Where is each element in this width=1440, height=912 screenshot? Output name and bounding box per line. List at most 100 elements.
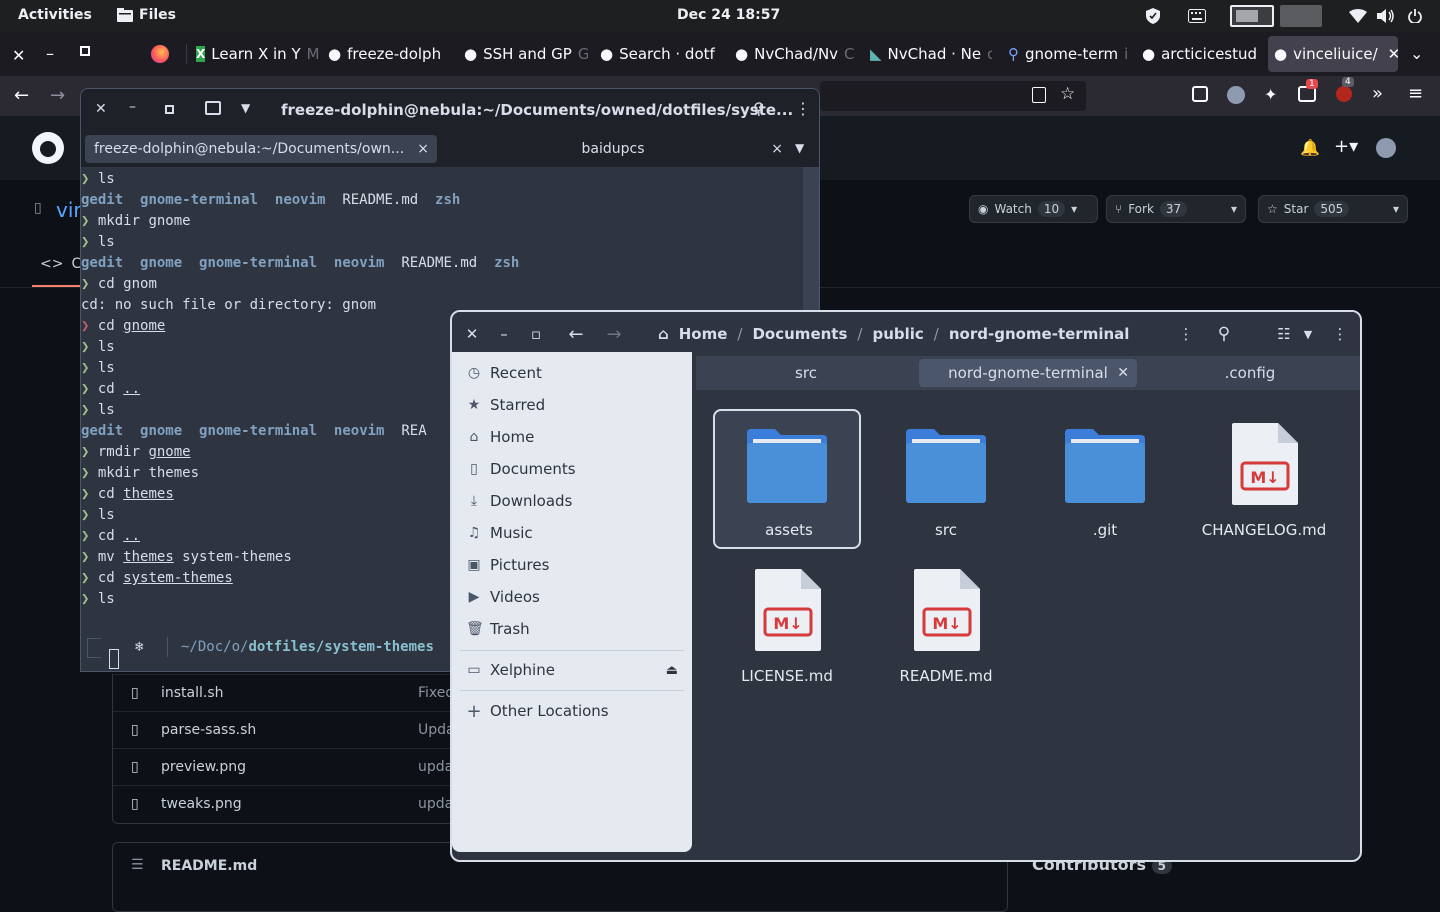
volume-icon[interactable] bbox=[1376, 6, 1396, 26]
tab-arcticicestudio[interactable]: ● arcticicestudi bbox=[1136, 32, 1264, 76]
tab-search-dotfiles[interactable]: ● Search · dotfi bbox=[594, 32, 720, 76]
app-menu[interactable]: Files bbox=[117, 7, 176, 23]
search-icon[interactable]: ⚲ bbox=[1212, 322, 1236, 346]
learn-x-favicon: X bbox=[196, 46, 206, 62]
sidebar-item-pictures[interactable]: ▣ Pictures bbox=[466, 549, 549, 581]
list-icon[interactable]: ☰ bbox=[131, 857, 144, 873]
sidebar-item-documents[interactable]: ▯ Documents bbox=[466, 453, 575, 485]
sidebar-item-recent[interactable]: ◷ Recent bbox=[466, 357, 542, 389]
extension-2-icon[interactable]: 1 bbox=[1298, 79, 1318, 102]
file-item-license[interactable]: M↓ LICENSE.md bbox=[713, 555, 861, 695]
sidebar-item-trash[interactable]: 🗑 Trash bbox=[466, 613, 530, 645]
home-icon: ⌂ bbox=[469, 429, 479, 445]
github-logo-icon[interactable] bbox=[32, 132, 64, 164]
notifications-bell-icon[interactable]: 🔔 bbox=[1300, 138, 1320, 157]
back-arrow-icon[interactable]: ← bbox=[564, 322, 588, 346]
url-bar[interactable]: ☆ bbox=[820, 81, 1086, 111]
tab-list-chevron-icon[interactable]: ▼ bbox=[795, 141, 804, 155]
star-button[interactable]: ☆ Star 505 ▾ bbox=[1258, 195, 1408, 223]
shield-icon[interactable] bbox=[1143, 6, 1163, 26]
folder-item-git[interactable]: .git bbox=[1031, 409, 1179, 549]
tab-gnome-terminal-search[interactable]: ⚲ gnome-term i bbox=[1002, 32, 1128, 76]
main-menu-kebab-icon[interactable]: ⋮ bbox=[1328, 322, 1352, 346]
sidebar-item-xelphine-drive[interactable]: ▭ Xelphine ⏏ bbox=[466, 654, 678, 686]
new-tab-icon[interactable] bbox=[205, 101, 221, 115]
power-icon[interactable] bbox=[1405, 6, 1425, 26]
close-tab-icon[interactable]: × bbox=[417, 141, 429, 157]
tab-nvchad-site[interactable]: ◣ NvChad · Ne o bbox=[864, 32, 992, 76]
reader-view-icon[interactable] bbox=[1032, 87, 1046, 103]
sidebar-item-videos[interactable]: ▶ Videos bbox=[466, 581, 540, 613]
sidebar-item-other-locations[interactable]: + Other Locations bbox=[466, 695, 608, 727]
file-item-changelog[interactable]: M↓ CHANGELOG.md bbox=[1190, 409, 1338, 549]
user-avatar[interactable] bbox=[1376, 138, 1396, 158]
tab-freeze-dolphin[interactable]: ● freeze-dolphi bbox=[322, 32, 448, 76]
file-item-readme[interactable]: M↓ README.md bbox=[872, 555, 1020, 695]
activities-button[interactable]: Activities bbox=[18, 7, 92, 23]
close-tab-icon[interactable]: ✕ bbox=[1117, 365, 1129, 381]
back-arrow-icon[interactable]: ← bbox=[14, 85, 29, 106]
watch-button[interactable]: ◉ Watch 10 ▾ bbox=[969, 195, 1098, 223]
close-window-icon[interactable]: ✕ bbox=[95, 101, 107, 117]
sidebar-item-downloads[interactable]: ⤓ Downloads bbox=[466, 485, 573, 517]
eject-icon[interactable]: ⏏ bbox=[666, 663, 678, 678]
clock[interactable]: Dec 24 18:57 bbox=[677, 7, 780, 23]
breadcrumb-current-folder[interactable]: nord-gnome-terminal bbox=[949, 325, 1130, 343]
folder-item-assets[interactable]: assets bbox=[713, 409, 861, 549]
github-favicon: ● bbox=[1274, 45, 1288, 63]
breadcrumb-home[interactable]: Home bbox=[679, 325, 728, 343]
close-window-icon[interactable]: ✕ bbox=[460, 322, 484, 346]
pocket-icon[interactable] bbox=[1192, 86, 1208, 102]
close-tab-icon[interactable]: ✕ bbox=[1388, 45, 1398, 63]
fork-button[interactable]: ⑂ Fork 37 ▾ bbox=[1106, 195, 1246, 223]
readme-title[interactable]: README.md bbox=[161, 858, 257, 874]
extension-icon[interactable]: ✦ bbox=[1264, 85, 1277, 104]
breadcrumb-documents[interactable]: Documents bbox=[752, 325, 847, 343]
tab-nord-gnome-terminal[interactable]: nord-gnome-terminal ✕ bbox=[919, 359, 1137, 387]
workspace-1-thumbnail[interactable] bbox=[1230, 5, 1274, 27]
workspace-2-thumbnail[interactable] bbox=[1280, 5, 1322, 27]
tab-config[interactable]: .config bbox=[1140, 359, 1360, 387]
sidebar-item-music[interactable]: ♫ Music bbox=[466, 517, 533, 549]
trash-icon: 🗑 bbox=[466, 621, 484, 637]
sidebar-item-starred[interactable]: ★ Starred bbox=[466, 389, 545, 421]
list-all-tabs-chevron-icon[interactable]: ⌄ bbox=[1410, 44, 1423, 63]
minimize-window-icon[interactable]: – bbox=[492, 322, 516, 346]
minimize-window-icon[interactable]: – bbox=[46, 44, 54, 63]
terminal-tab-baidupcs[interactable]: baidupcs × bbox=[441, 135, 785, 163]
overflow-chevrons-icon[interactable]: » bbox=[1372, 83, 1383, 104]
breadcrumb-public[interactable]: public bbox=[872, 325, 923, 343]
sidebar-item-home[interactable]: ⌂ Home bbox=[466, 421, 535, 453]
maximize-window-icon[interactable]: ▫ bbox=[524, 322, 548, 346]
tab-learn-x-in-y[interactable]: X Learn X in Y M bbox=[190, 32, 318, 76]
repo-owner-link[interactable]: vir bbox=[56, 198, 82, 222]
tab-vinceliuice-active[interactable]: ● vinceliuice/ ✕ bbox=[1268, 36, 1398, 72]
maximize-window-icon[interactable] bbox=[165, 105, 174, 114]
close-window-icon[interactable]: ✕ bbox=[12, 46, 25, 65]
terminal-tab-dotfiles[interactable]: freeze-dolphin@nebula:~/Documents/own...… bbox=[85, 135, 437, 163]
ublock-icon[interactable]: 4 bbox=[1336, 77, 1354, 102]
prompt-path: ~/Doc/o/dotfiles/system-themes bbox=[181, 639, 434, 655]
bookmark-star-icon[interactable]: ☆ bbox=[1060, 84, 1075, 104]
path-menu-kebab-icon[interactable]: ⋮ bbox=[1174, 322, 1198, 346]
view-options-chevron-icon[interactable]: ▼ bbox=[1296, 322, 1320, 346]
close-tab-icon[interactable]: × bbox=[771, 141, 783, 157]
tab-ssh-and-gpg[interactable]: ● SSH and GP G bbox=[458, 32, 588, 76]
minimize-window-icon[interactable]: – bbox=[129, 99, 136, 115]
keyboard-icon[interactable] bbox=[1187, 6, 1207, 26]
view-list-icon[interactable]: ☷ bbox=[1272, 322, 1296, 346]
kebab-menu-icon[interactable]: ⋮ bbox=[795, 99, 811, 118]
chevron-down-icon[interactable]: ▼ bbox=[241, 101, 250, 115]
maximize-window-icon[interactable] bbox=[80, 46, 90, 56]
create-new-plus-icon[interactable]: +▾ bbox=[1334, 136, 1358, 157]
search-icon[interactable]: ⚲ bbox=[753, 99, 765, 118]
tab-nvchad-repo[interactable]: ● NvChad/Nv C bbox=[729, 32, 855, 76]
forward-arrow-icon[interactable]: → bbox=[50, 85, 65, 106]
forward-arrow-icon[interactable]: → bbox=[602, 322, 626, 346]
wifi-icon[interactable] bbox=[1348, 6, 1368, 26]
tab-src[interactable]: src bbox=[696, 359, 916, 387]
firefox-pinned-tab-icon[interactable] bbox=[151, 45, 169, 63]
hamburger-menu-icon[interactable]: ≡ bbox=[1408, 83, 1423, 104]
account-icon[interactable] bbox=[1227, 86, 1245, 104]
folder-item-src[interactable]: src bbox=[872, 409, 1020, 549]
